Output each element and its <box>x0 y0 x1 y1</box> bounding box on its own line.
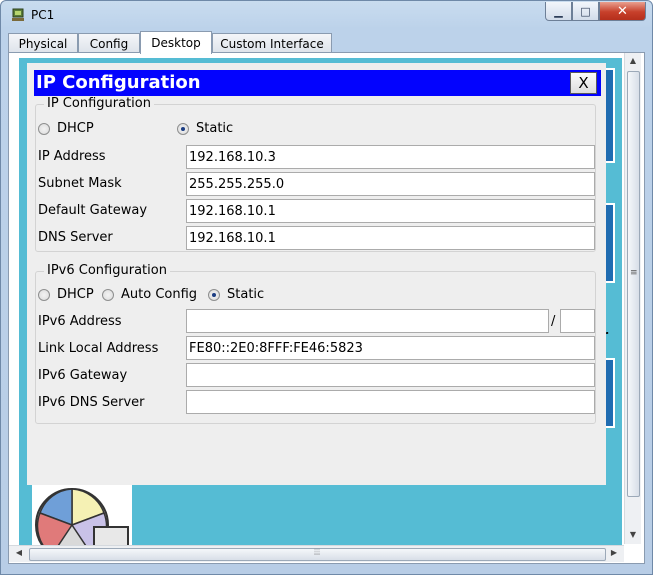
scroll-down-icon[interactable]: ▼ <box>626 530 640 539</box>
ipv6-dhcp-option[interactable]: DHCP <box>38 287 94 302</box>
pc-icon[interactable] <box>32 483 132 545</box>
scroll-up-icon[interactable]: ▲ <box>626 56 640 65</box>
window-close-button[interactable]: ✕ <box>599 2 646 21</box>
dialog-close-button[interactable]: X <box>570 72 597 94</box>
link-local-address-label: Link Local Address <box>38 341 159 356</box>
ipv6-auto-config-option[interactable]: Auto Config <box>102 287 197 302</box>
window-maximize-icon: □ <box>580 4 591 18</box>
radio-selected-icon[interactable] <box>208 288 220 301</box>
dns-server-label: DNS Server <box>38 230 113 245</box>
ipv6-prefix-input[interactable] <box>560 309 595 333</box>
subnet-mask-label: Subnet Mask <box>38 176 122 191</box>
ipv6-static-label: Static <box>227 287 265 302</box>
ipv6-gateway-label: IPv6 Gateway <box>38 368 128 383</box>
ipv4-static-option[interactable]: Static <box>177 121 233 136</box>
ipv6-auto-config-label: Auto Config <box>121 287 198 302</box>
ipv6-address-label: IPv6 Address <box>38 314 122 329</box>
ipv4-group-legend: IP Configuration <box>44 96 154 112</box>
ipv6-static-option[interactable]: Static <box>208 287 264 302</box>
radio-selected-icon[interactable] <box>177 122 189 135</box>
window-maximize-button[interactable]: □ <box>572 2 599 21</box>
window-minimize-button[interactable]: ▁ <box>545 2 572 21</box>
radio-icon[interactable] <box>38 122 50 135</box>
tab-config[interactable]: Config <box>78 33 140 53</box>
window-close-icon: ✕ <box>617 3 628 19</box>
ipv4-dhcp-label: DHCP <box>57 121 94 136</box>
window-title: PC1 <box>31 8 55 22</box>
packet-tracer-pc-icon <box>12 8 24 21</box>
dialog-title: IP Configuration <box>36 72 201 93</box>
default-gateway-label: Default Gateway <box>38 203 148 218</box>
ipv4-dhcp-option[interactable]: DHCP <box>38 121 94 136</box>
ip-address-label: IP Address <box>38 149 106 164</box>
ipv6-address-input[interactable] <box>186 309 549 333</box>
ipv6-dhcp-label: DHCP <box>57 287 94 302</box>
horizontal-scrollbar[interactable]: ◀ ⦙⦙⦙ ▶ <box>9 545 624 562</box>
tab-custom-interface[interactable]: Custom Interface <box>212 33 332 53</box>
ipv4-static-label: Static <box>196 121 234 136</box>
tab-desktop[interactable]: Desktop <box>140 31 212 54</box>
ipv6-gateway-input[interactable] <box>186 363 595 387</box>
ip-configuration-dialog: IP Configuration X IP Configuration DHCP… <box>27 63 606 485</box>
vertical-scroll-thumb[interactable]: ≡ <box>627 71 640 497</box>
ipv6-dns-server-input[interactable] <box>186 390 595 414</box>
window-minimize-icon: ▁ <box>554 4 563 18</box>
ipv6-dns-server-label: IPv6 DNS Server <box>38 395 145 410</box>
ip-address-input[interactable] <box>186 145 595 169</box>
subnet-mask-input[interactable] <box>186 172 595 196</box>
dialog-title-bar: IP Configuration X <box>34 70 601 96</box>
radio-icon[interactable] <box>102 288 114 301</box>
link-local-address-input[interactable] <box>186 336 595 360</box>
scroll-grip-icon: ≡ <box>630 268 638 278</box>
dns-server-input[interactable] <box>186 226 595 250</box>
tab-physical[interactable]: Physical <box>8 33 78 53</box>
scroll-left-icon[interactable]: ◀ <box>12 548 26 557</box>
prefix-separator: / <box>551 314 556 329</box>
vertical-scrollbar[interactable]: ▲ ≡ ▼ <box>624 53 641 544</box>
default-gateway-input[interactable] <box>186 199 595 223</box>
scroll-right-icon[interactable]: ▶ <box>607 548 621 557</box>
horizontal-scroll-thumb[interactable]: ⦙⦙⦙ <box>29 548 606 561</box>
ipv6-group-legend: IPv6 Configuration <box>44 263 170 279</box>
scroll-grip-icon: ⦙⦙⦙ <box>314 548 321 558</box>
radio-icon[interactable] <box>38 288 50 301</box>
